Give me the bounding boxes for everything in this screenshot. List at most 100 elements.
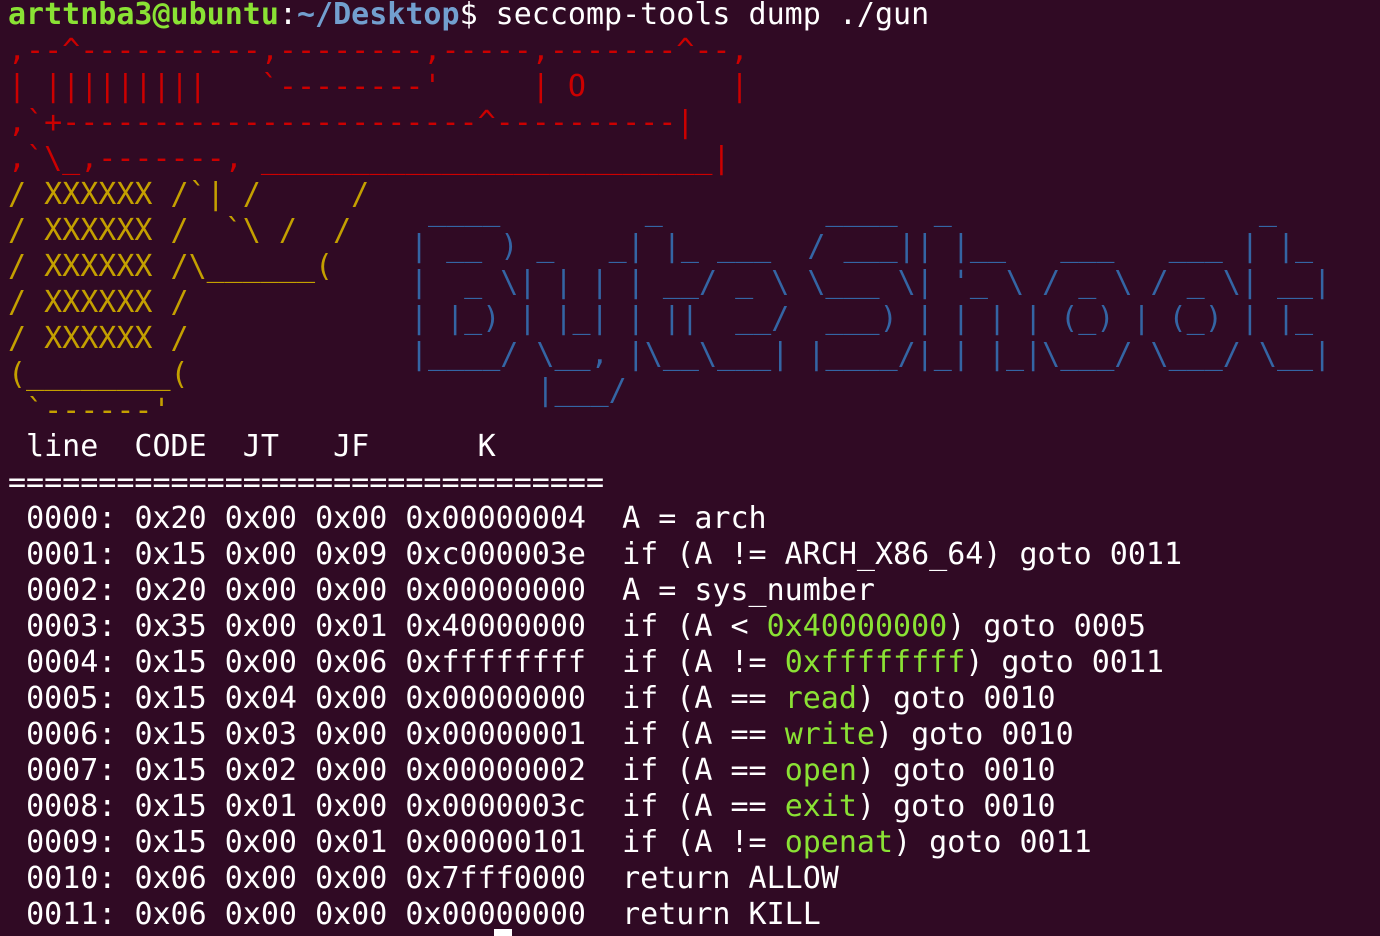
row-indent: [8, 501, 26, 536]
row-code: 0x06: [134, 897, 207, 932]
row-indent: [8, 645, 26, 680]
column-gap: [297, 861, 315, 896]
column-gap: [297, 789, 315, 824]
row-indent: [8, 789, 26, 824]
row-indent: [8, 897, 26, 932]
column-gap: [586, 825, 622, 860]
row-jt: 0x03: [224, 717, 297, 752]
row-jt: 0x00: [224, 501, 297, 536]
table-header: line CODE JT JF K: [8, 429, 496, 464]
row-code: 0x15: [134, 825, 207, 860]
row-disasm-highlight: exit: [784, 789, 857, 824]
column-gap: [387, 861, 405, 896]
column-gap: [116, 861, 134, 896]
gun-line: | ||||||||| `--------' | O |: [8, 69, 749, 104]
column-gap: [116, 825, 134, 860]
column-gap: [116, 609, 134, 644]
terminal-window[interactable]: arttnba3@ubuntu:~/Desktop$ seccomp-tools…: [0, 0, 1380, 936]
row-jf: 0x00: [315, 573, 388, 608]
row-code: 0x15: [134, 753, 207, 788]
row-jf: 0x00: [315, 861, 388, 896]
row-disasm-highlight: read: [784, 681, 857, 716]
row-disasm-tail: ) goto 0005: [947, 609, 1146, 644]
logo-line: | |_) | |_| | || __/ ___) | | | | (_) | …: [410, 301, 1332, 336]
column-gap: [387, 645, 405, 680]
table-row: 0000: 0x20 0x00 0x00 0x00000004 A = arch: [8, 501, 767, 537]
row-jt: 0x00: [224, 861, 297, 896]
row-disasm: if (A ==: [622, 789, 785, 824]
row-jf: 0x00: [315, 681, 388, 716]
row-k: 0x0000003c: [405, 789, 586, 824]
prompt-dollar: $: [459, 0, 478, 32]
row-disasm: if (A !=: [622, 825, 785, 860]
row-jf: 0x00: [315, 501, 388, 536]
row-disasm-tail: ) goto 0010: [875, 717, 1074, 752]
table-separator: =================================: [8, 465, 605, 500]
column-gap: [387, 573, 405, 608]
row-jf: 0x01: [315, 825, 388, 860]
column-gap: [586, 897, 622, 932]
table-row: 0005: 0x15 0x04 0x00 0x00000000 if (A ==…: [8, 681, 1056, 717]
column-gap: [116, 573, 134, 608]
row-k: 0x00000101: [405, 825, 586, 860]
row-disasm-highlight: open: [784, 753, 857, 788]
row-indent: [8, 681, 26, 716]
row-jt: 0x00: [224, 897, 297, 932]
row-disasm: if (A ==: [622, 717, 785, 752]
row-line-number: 0005:: [26, 681, 117, 716]
row-indent: [8, 825, 26, 860]
gun-line: (________(: [8, 357, 189, 392]
column-gap: [586, 681, 622, 716]
table-row: 0004: 0x15 0x00 0x06 0xffffffff if (A !=…: [8, 645, 1164, 681]
gun-line: ,`+-----------------------^----------|: [8, 105, 695, 140]
terminal-cursor: [494, 929, 512, 936]
row-indent: [8, 537, 26, 572]
row-k: 0x00000000: [405, 681, 586, 716]
row-disasm: A = sys_number: [622, 573, 875, 608]
column-gap: [207, 573, 225, 608]
row-disasm-highlight: 0xffffffff: [784, 645, 966, 680]
row-code: 0x20: [134, 501, 207, 536]
row-jt: 0x00: [224, 825, 297, 860]
row-disasm: A = arch: [622, 501, 767, 536]
row-indent: [8, 717, 26, 752]
column-gap: [297, 645, 315, 680]
column-gap: [387, 897, 405, 932]
column-gap: [116, 717, 134, 752]
row-jf: 0x00: [315, 789, 388, 824]
row-jf: 0x00: [315, 897, 388, 932]
row-jf: 0x06: [315, 645, 388, 680]
column-gap: [207, 681, 225, 716]
row-jf: 0x00: [315, 753, 388, 788]
table-row: 0003: 0x35 0x00 0x01 0x40000000 if (A < …: [8, 609, 1146, 645]
column-gap: [586, 789, 622, 824]
row-jt: 0x00: [224, 573, 297, 608]
row-code: 0x15: [134, 645, 207, 680]
row-line-number: 0011:: [26, 897, 117, 932]
row-jf: 0x09: [315, 537, 388, 572]
column-gap: [116, 897, 134, 932]
gun-line: / XXXXXX /: [8, 321, 189, 356]
column-gap: [207, 645, 225, 680]
row-indent: [8, 573, 26, 608]
row-disasm-tail: ) goto 0010: [856, 753, 1056, 788]
command-prompt: arttnba3@ubuntu:~/Desktop$ seccomp-tools…: [8, 0, 929, 33]
row-disasm: if (A <: [622, 609, 767, 644]
table-row: 0002: 0x20 0x00 0x00 0x00000000 A = sys_…: [8, 573, 875, 609]
row-code: 0x15: [134, 537, 207, 572]
gun-line: / XXXXXX /\______(: [8, 249, 334, 284]
row-code: 0x15: [134, 789, 207, 824]
column-gap: [207, 789, 225, 824]
column-gap: [387, 609, 405, 644]
row-jt: 0x02: [224, 753, 297, 788]
table-row: 0008: 0x15 0x01 0x00 0x0000003c if (A ==…: [8, 789, 1056, 825]
column-gap: [207, 537, 225, 572]
row-line-number: 0009:: [26, 825, 117, 860]
row-disasm: if (A != ARCH_X86_64) goto 0011: [622, 537, 1183, 572]
column-gap: [116, 681, 134, 716]
row-jt: 0x00: [224, 645, 297, 680]
column-gap: [207, 861, 225, 896]
column-gap: [387, 501, 405, 536]
row-indent: [8, 609, 26, 644]
row-k: 0x00000004: [405, 501, 586, 536]
